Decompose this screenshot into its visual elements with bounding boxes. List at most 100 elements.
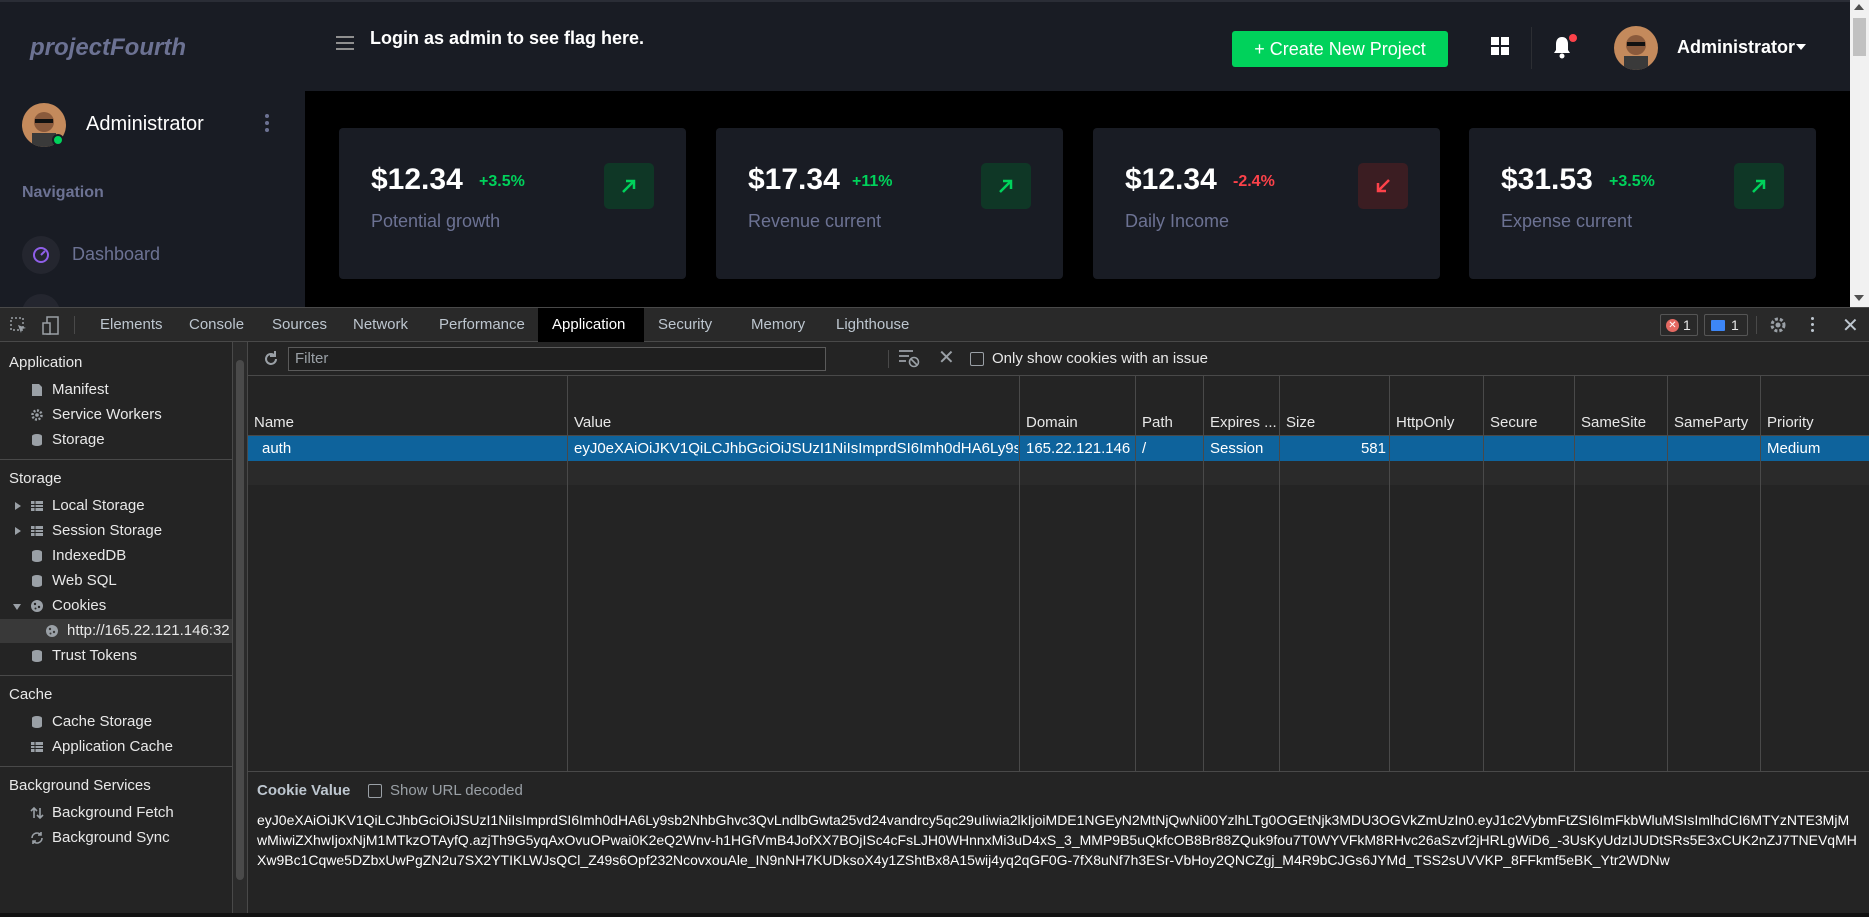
- sidebar-item-cookies[interactable]: Cookies: [0, 594, 232, 618]
- sidebar-item-manifest[interactable]: Manifest: [0, 378, 232, 402]
- column-header-path[interactable]: Path: [1136, 410, 1204, 436]
- page-scrollbar-thumb[interactable]: [1853, 18, 1866, 56]
- cell-httponly[interactable]: [1390, 436, 1484, 461]
- scroll-up-arrow-icon[interactable]: [1854, 4, 1864, 10]
- cookie-value-text[interactable]: eyJ0eXAiOiJKV1QiLCJhbGciOiJSUzI1NiIsImpr…: [257, 810, 1857, 870]
- inspect-element-icon[interactable]: [10, 317, 28, 335]
- sidebar-item-service-workers[interactable]: Service Workers: [0, 403, 232, 427]
- only-issues-label: Only show cookies with an issue: [992, 350, 1208, 367]
- expand-arrow-icon[interactable]: [15, 527, 21, 535]
- column-header-priority[interactable]: Priority: [1761, 410, 1869, 436]
- sidebar-scrollbar-thumb[interactable]: [236, 360, 244, 880]
- sidebar-item-session-storage[interactable]: Session Storage: [0, 519, 232, 543]
- only-issues-checkbox[interactable]: [970, 352, 984, 366]
- column-header-httponly[interactable]: HttpOnly: [1390, 410, 1484, 436]
- sidebar-item-background-sync[interactable]: Background Sync: [0, 826, 232, 850]
- sidebar: Administrator Navigation Dashboard: [0, 91, 305, 307]
- close-devtools-icon[interactable]: ✕: [1842, 313, 1859, 338]
- cookie-icon: [46, 625, 58, 637]
- devtools-menu-icon[interactable]: [1811, 317, 1815, 335]
- sidebar-item-web-sql[interactable]: Web SQL: [0, 569, 232, 593]
- sidebar-item-application-cache[interactable]: Application Cache: [0, 735, 232, 759]
- tab-application[interactable]: Application: [538, 308, 644, 342]
- user-dropdown-caret-icon[interactable]: [1796, 44, 1806, 50]
- arrow-up-right-icon: [1734, 163, 1784, 209]
- column-header-domain[interactable]: Domain: [1020, 410, 1136, 436]
- clear-all-cookies-icon[interactable]: ✕: [938, 345, 955, 370]
- device-toolbar-icon[interactable]: [42, 316, 60, 336]
- cell-samesite[interactable]: [1575, 436, 1668, 461]
- database-icon: [32, 650, 42, 662]
- tab-memory[interactable]: Memory: [737, 308, 819, 342]
- column-header-name[interactable]: Name: [248, 410, 568, 436]
- column-header-expires[interactable]: Expires ...: [1204, 410, 1280, 436]
- sidebar-item-label: Trust Tokens: [52, 647, 138, 664]
- card-change: +3.5%: [1609, 173, 1655, 190]
- tab-sources[interactable]: Sources: [258, 308, 341, 342]
- sidebar-item-background-fetch[interactable]: Background Fetch: [0, 801, 232, 825]
- column-header-value[interactable]: Value: [568, 410, 1020, 436]
- sidebar-item-cache-storage[interactable]: Cache Storage: [0, 710, 232, 734]
- notification-dot: [1569, 34, 1577, 42]
- error-count-badge[interactable]: ✕ 1: [1660, 314, 1698, 336]
- navbar-divider: [1531, 27, 1532, 69]
- refresh-icon[interactable]: [262, 350, 280, 368]
- collapse-arrow-icon[interactable]: [13, 604, 21, 610]
- toolbar-divider: [1756, 316, 1757, 334]
- database-icon: [32, 716, 42, 728]
- tab-elements[interactable]: Elements: [86, 308, 177, 342]
- sidebar-item-cookie-origin[interactable]: http://165.22.121.146:32: [0, 619, 232, 643]
- card-change: -2.4%: [1233, 173, 1275, 190]
- column-header-size[interactable]: Size: [1280, 410, 1390, 436]
- brand-logo[interactable]: projectFourth: [30, 34, 186, 62]
- navbar-avatar[interactable]: [1614, 26, 1658, 70]
- scroll-down-arrow-icon[interactable]: [1854, 295, 1864, 301]
- cell-path[interactable]: /: [1136, 436, 1204, 461]
- apps-grid-icon[interactable]: [1491, 37, 1509, 55]
- cookie-icon: [31, 600, 43, 612]
- section-heading-application: Application: [9, 354, 83, 371]
- menu-toggle-icon[interactable]: [336, 36, 354, 50]
- show-url-decoded-checkbox[interactable]: [368, 784, 382, 798]
- arrow-up-right-icon: [981, 163, 1031, 209]
- tab-console[interactable]: Console: [175, 308, 258, 342]
- settings-gear-icon[interactable]: [1768, 315, 1788, 335]
- stat-card: $12.34 -2.4% Daily Income: [1093, 128, 1440, 279]
- sidebar-item-local-storage[interactable]: Local Storage: [0, 494, 232, 518]
- tab-network[interactable]: Network: [339, 308, 422, 342]
- filter-input[interactable]: Filter: [288, 347, 826, 371]
- sidebar-item-label: Cookies: [52, 597, 107, 614]
- cell-size[interactable]: 581: [1280, 436, 1386, 461]
- sidebar-item-indexeddb[interactable]: IndexedDB: [0, 544, 232, 568]
- create-project-button[interactable]: + Create New Project: [1232, 31, 1448, 67]
- cell-name[interactable]: auth: [256, 436, 568, 461]
- sidebar-item-label: Local Storage: [52, 497, 145, 514]
- tab-performance[interactable]: Performance: [425, 308, 539, 342]
- message-count-badge[interactable]: 1: [1704, 314, 1748, 336]
- navbar-user-name[interactable]: Administrator: [1677, 37, 1795, 58]
- cell-secure[interactable]: [1484, 436, 1575, 461]
- column-header-secure[interactable]: Secure: [1484, 410, 1575, 436]
- window-bottom-edge: [0, 913, 1869, 917]
- cell-expires[interactable]: Session: [1204, 436, 1280, 461]
- sidebar-item-trust-tokens[interactable]: Trust Tokens: [0, 644, 232, 668]
- tab-lighthouse[interactable]: Lighthouse: [822, 308, 923, 342]
- sidebar-item-dashboard[interactable]: Dashboard: [22, 236, 282, 274]
- sidebar-next-item-icon[interactable]: [22, 294, 60, 307]
- cell-priority[interactable]: Medium: [1761, 436, 1869, 461]
- sidebar-kebab-icon[interactable]: [265, 114, 269, 134]
- cell-sameparty[interactable]: [1668, 436, 1761, 461]
- expand-arrow-icon[interactable]: [15, 502, 21, 510]
- web-app: projectFourth Login as admin to see flag…: [0, 0, 1869, 307]
- column-header-samesite[interactable]: SameSite: [1575, 410, 1668, 436]
- clear-filtered-cookies-icon[interactable]: [898, 348, 920, 368]
- tab-security[interactable]: Security: [644, 308, 726, 342]
- sidebar-item-label: http://165.22.121.146:32: [67, 622, 230, 639]
- card-label: Potential growth: [371, 211, 501, 231]
- sidebar-item-storage-overview[interactable]: Storage: [0, 428, 232, 452]
- column-header-sameparty[interactable]: SameParty: [1668, 410, 1761, 436]
- cell-value[interactable]: eyJ0eXAiOiJKV1QiLCJhbGciOiJSUzI1NiIsImpr…: [568, 436, 1018, 461]
- cell-domain[interactable]: 165.22.121.146: [1020, 436, 1136, 461]
- gear-icon: [31, 409, 43, 421]
- section-divider: [0, 766, 232, 767]
